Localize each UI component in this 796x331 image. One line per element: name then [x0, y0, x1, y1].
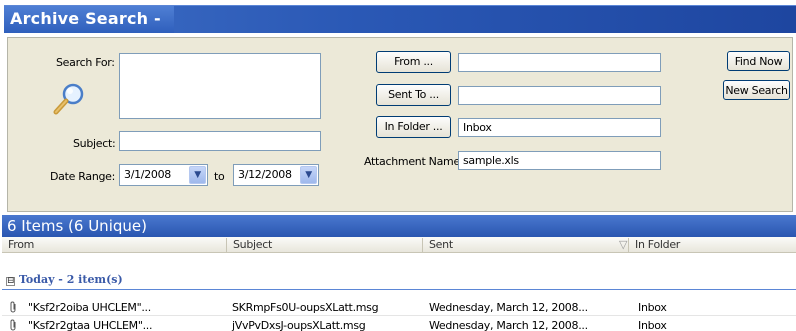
group-label: Today - 2 item(s) — [19, 273, 123, 286]
from-input[interactable] — [458, 53, 661, 72]
row-from: "Ksf2r2oiba UHCLEM"... — [28, 301, 151, 314]
window-title: Archive Search - — [10, 9, 161, 28]
collapse-icon[interactable]: ⊟ — [6, 277, 15, 286]
row-sent: Wednesday, March 12, 2008... — [429, 301, 588, 314]
in-folder-input[interactable]: Inbox — [458, 118, 661, 137]
find-now-button[interactable]: Find Now — [727, 51, 790, 71]
new-search-button[interactable]: New Search — [723, 80, 790, 100]
row-subject: jVvPvDxsJ-oupsXLatt.msg — [232, 319, 366, 331]
subject-label: Subject: — [73, 137, 116, 150]
group-header-today[interactable]: ⊟ Today - 2 item(s) — [2, 270, 796, 290]
row-divider — [2, 315, 796, 316]
column-header-sent[interactable]: Sent — [422, 238, 453, 252]
column-header-in-folder[interactable]: In Folder — [628, 238, 680, 252]
date-to-value: 3/12/2008 — [238, 168, 292, 181]
row-folder: Inbox — [638, 319, 667, 331]
paperclip-icon — [10, 301, 16, 313]
search-for-input[interactable] — [119, 53, 321, 119]
search-panel: Search For: Subject: Date Range: 3/1/200… — [7, 37, 793, 212]
date-to-select[interactable]: 3/12/2008 ▼ — [233, 164, 319, 186]
results-summary: 6 Items (6 Unique) — [7, 217, 147, 235]
results-column-header: From Subject Sent ▽ In Folder — [2, 237, 796, 253]
table-row[interactable]: "Ksf2r2oiba UHCLEM"... SKRmpFs0U-oupsXLa… — [2, 299, 796, 315]
column-header-subject[interactable]: Subject — [226, 238, 272, 252]
column-header-from[interactable]: From — [2, 238, 34, 252]
chevron-down-icon[interactable]: ▼ — [300, 166, 317, 184]
row-subject: SKRmpFs0U-oupsXLatt.msg — [232, 301, 379, 314]
table-row[interactable]: "Ksf2r2gtaa UHCLEM"... jVvPvDxsJ-oupsXLa… — [2, 317, 796, 331]
in-folder-button[interactable]: In Folder ... — [376, 116, 451, 138]
date-to-label: to — [214, 170, 225, 183]
sent-to-button[interactable]: Sent To ... — [376, 84, 451, 106]
search-for-label: Search For: — [56, 56, 115, 69]
from-button[interactable]: From ... — [376, 51, 451, 73]
sort-indicator-icon: ▽ — [619, 238, 628, 251]
attachment-name-label: Attachment Name: — [364, 155, 464, 168]
subject-input[interactable] — [119, 131, 321, 151]
sent-to-input[interactable] — [458, 86, 661, 105]
magnifier-icon — [53, 83, 84, 115]
chevron-down-icon[interactable]: ▼ — [189, 166, 206, 184]
attachment-name-input[interactable]: sample.xls — [458, 151, 661, 170]
paperclip-icon — [10, 319, 16, 331]
row-from: "Ksf2r2gtaa UHCLEM"... — [28, 319, 153, 331]
date-range-label: Date Range: — [50, 170, 116, 183]
group-header-text: ⊟ Today - 2 item(s) — [6, 273, 123, 286]
results-summary-bar: 6 Items (6 Unique) — [2, 215, 796, 237]
row-folder: Inbox — [638, 301, 667, 314]
window-title-bar: Archive Search - — [4, 5, 796, 33]
date-from-select[interactable]: 3/1/2008 ▼ — [119, 164, 208, 186]
row-sent: Wednesday, March 12, 2008... — [429, 319, 588, 331]
date-from-value: 3/1/2008 — [124, 168, 172, 181]
